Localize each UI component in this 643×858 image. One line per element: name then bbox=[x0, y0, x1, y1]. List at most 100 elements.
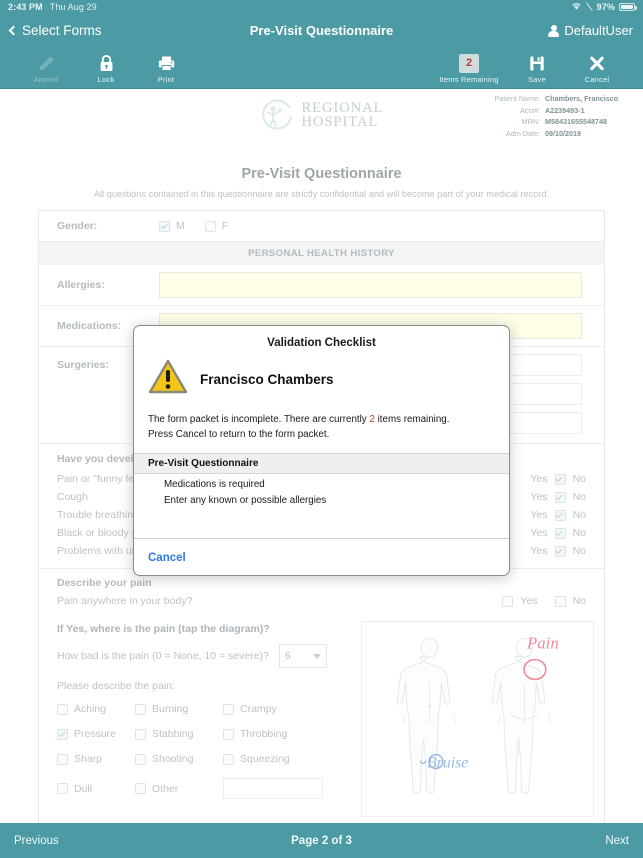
checkbox-squeezing[interactable] bbox=[223, 753, 234, 765]
status-time: 2:43 PM bbox=[8, 2, 43, 12]
floppy-disk-icon bbox=[528, 52, 546, 73]
modal-cancel-button[interactable]: Cancel bbox=[148, 552, 186, 564]
checkbox-shooting[interactable] bbox=[135, 753, 146, 765]
symptom-no-checkbox-4[interactable] bbox=[554, 545, 566, 557]
pain-descriptor-aching[interactable]: Aching bbox=[57, 703, 135, 715]
pain-descriptor-shooting[interactable]: Shooting bbox=[135, 753, 223, 765]
symptom-yes-4[interactable]: Yes bbox=[530, 545, 547, 557]
symptom-no-3[interactable]: No bbox=[573, 527, 586, 539]
lock-button[interactable]: Lock bbox=[76, 52, 136, 84]
label-crampy: Crampy bbox=[240, 703, 277, 715]
symptom-no-1[interactable]: No bbox=[573, 491, 586, 503]
cancel-button[interactable]: Cancel bbox=[567, 52, 627, 84]
gender-label: Gender: bbox=[57, 220, 98, 232]
symptom-yes-1[interactable]: Yes bbox=[530, 491, 547, 503]
next-page-button[interactable]: Next bbox=[605, 835, 629, 847]
allergies-input[interactable] bbox=[159, 272, 582, 298]
close-x-icon bbox=[588, 52, 606, 73]
hospital-logo-icon bbox=[259, 97, 295, 133]
label-other: Other bbox=[152, 782, 179, 795]
checkbox-m[interactable] bbox=[159, 220, 170, 232]
modal-patient-row: Francisco Chambers bbox=[134, 358, 509, 400]
pain-descriptor-pressure[interactable]: Pressure bbox=[57, 728, 135, 740]
pain-other-input[interactable] bbox=[223, 778, 323, 799]
amend-label: Amend bbox=[33, 74, 59, 84]
pain-anywhere-no-label[interactable]: No bbox=[573, 595, 586, 607]
pain-descriptor-other[interactable]: Other bbox=[135, 778, 223, 799]
wifi-icon bbox=[571, 2, 582, 13]
pain-section: Describe your pain Pain anywhere in your… bbox=[39, 569, 604, 827]
modal-items-list: Medications is required Enter any known … bbox=[134, 474, 509, 538]
pain-descriptor-dull[interactable]: Dull bbox=[57, 778, 135, 799]
items-remaining-button[interactable]: 2 Items Remaining bbox=[431, 52, 507, 84]
pain-descriptor-squeezing[interactable]: Squeezing bbox=[223, 753, 323, 765]
patient-info-row: MRN: M58431655548748 bbox=[494, 116, 635, 128]
logo-line-2: HOSPITAL bbox=[301, 114, 379, 130]
amend-button[interactable]: Amend bbox=[16, 52, 76, 84]
pain-anywhere-yes-label[interactable]: Yes bbox=[520, 595, 537, 607]
section-header-personal-health-history: PERSONAL HEALTH HISTORY bbox=[39, 242, 604, 265]
patient-info-row: Adm Date: 09/10/2019 bbox=[494, 128, 635, 140]
pain-descriptor-sharp[interactable]: Sharp bbox=[57, 753, 135, 765]
pain-anywhere-answer: Yes No bbox=[502, 595, 604, 607]
checkbox-aching[interactable] bbox=[57, 703, 68, 715]
symptom-no-checkbox-0[interactable] bbox=[554, 473, 566, 485]
symptom-yes-3[interactable]: Yes bbox=[530, 527, 547, 539]
pain-severity-select[interactable]: 6 bbox=[278, 644, 327, 668]
patient-header: REGIONAL HOSPITAL Patient Name: Chambers,… bbox=[0, 89, 643, 146]
label-throbbing: Throbbing bbox=[240, 728, 288, 740]
pain-descriptor-crampy[interactable]: Crampy bbox=[223, 703, 323, 715]
checkbox-throbbing[interactable] bbox=[223, 728, 234, 740]
print-button[interactable]: Print bbox=[136, 52, 196, 84]
checkbox-f[interactable] bbox=[204, 220, 216, 232]
body-diagram[interactable]: Pain Bruise bbox=[361, 621, 594, 817]
symptom-no-checkbox-3[interactable] bbox=[554, 527, 566, 539]
pain-describe-label: Please describe the pain: bbox=[57, 680, 175, 692]
adm-date-label: Adm Date: bbox=[506, 128, 540, 138]
checkbox-crampy[interactable] bbox=[223, 703, 234, 715]
battery-percent: 97% bbox=[596, 2, 615, 12]
user-menu[interactable]: DefaultUser bbox=[548, 23, 633, 38]
status-bar: 2:43 PM Thu Aug 29 97% bbox=[0, 0, 643, 14]
symptom-no-checkbox-2[interactable] bbox=[554, 509, 566, 521]
chevron-down-icon bbox=[312, 653, 321, 659]
items-remaining-count: 2 bbox=[459, 53, 479, 73]
pain-detail-left: If Yes, where is the pain (tap the diagr… bbox=[39, 613, 357, 827]
save-label: Save bbox=[528, 74, 546, 84]
symptom-no-4[interactable]: No bbox=[573, 545, 586, 557]
save-button[interactable]: Save bbox=[507, 52, 567, 84]
symptom-answer-2: Yes No bbox=[530, 509, 604, 521]
symptom-answer-4: Yes No bbox=[530, 545, 604, 557]
pain-anywhere-yes-checkbox[interactable] bbox=[502, 595, 514, 607]
validation-checklist-dialog: Validation Checklist Francisco Chambers … bbox=[133, 325, 510, 576]
pain-anywhere-row: Pain anywhere in your body? Yes No bbox=[39, 593, 604, 613]
checkbox-burning[interactable] bbox=[135, 703, 146, 715]
pain-descriptor-stabbing[interactable]: Stabbing bbox=[135, 728, 223, 740]
back-label: Select Forms bbox=[22, 23, 102, 38]
checkbox-stabbing[interactable] bbox=[135, 728, 146, 740]
checkbox-sharp[interactable] bbox=[57, 753, 68, 765]
svg-text:Bruise: Bruise bbox=[427, 755, 468, 772]
symptom-no-2[interactable]: No bbox=[573, 509, 586, 521]
select-forms-back-button[interactable]: Select Forms bbox=[8, 23, 102, 38]
pain-anywhere-no-checkbox[interactable] bbox=[554, 595, 566, 607]
page-indicator: Page 2 of 3 bbox=[291, 834, 352, 847]
gender-option-f[interactable]: F bbox=[204, 220, 228, 232]
pain-descriptor-throbbing[interactable]: Throbbing bbox=[223, 728, 323, 740]
checkbox-dull[interactable] bbox=[57, 783, 68, 794]
modal-message-line2: Press Cancel to return to the form packe… bbox=[148, 429, 330, 441]
logo-line-1: REGIONAL bbox=[301, 99, 384, 116]
mrn-value: M58431655548748 bbox=[545, 117, 607, 127]
checkbox-other[interactable] bbox=[135, 783, 146, 794]
symptom-yes-0[interactable]: Yes bbox=[530, 473, 547, 485]
pain-descriptor-burning[interactable]: Burning bbox=[135, 703, 223, 715]
printer-icon bbox=[157, 52, 176, 73]
items-remaining-label: Items Remaining bbox=[439, 74, 499, 84]
symptom-yes-2[interactable]: Yes bbox=[530, 509, 547, 521]
symptom-no-0[interactable]: No bbox=[573, 473, 586, 485]
symptom-no-checkbox-1[interactable] bbox=[554, 491, 566, 503]
modal-title: Validation Checklist bbox=[267, 337, 376, 349]
gender-option-m[interactable]: M bbox=[159, 220, 185, 232]
checkbox-pressure[interactable] bbox=[57, 728, 68, 740]
previous-page-button[interactable]: Previous bbox=[14, 835, 59, 847]
